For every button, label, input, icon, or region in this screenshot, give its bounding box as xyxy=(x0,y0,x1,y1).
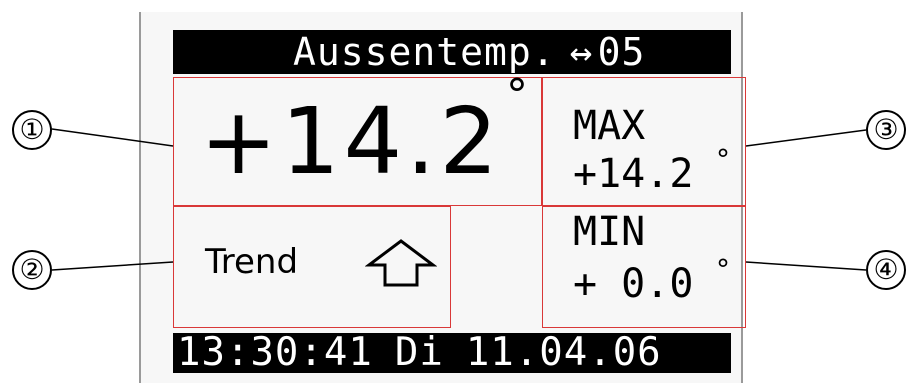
callout-1: ① xyxy=(12,110,52,150)
callout-lines xyxy=(51,128,867,271)
callout-3: ③ xyxy=(866,110,906,150)
callout-2: ② xyxy=(12,250,52,290)
callout-4: ④ xyxy=(866,250,906,290)
